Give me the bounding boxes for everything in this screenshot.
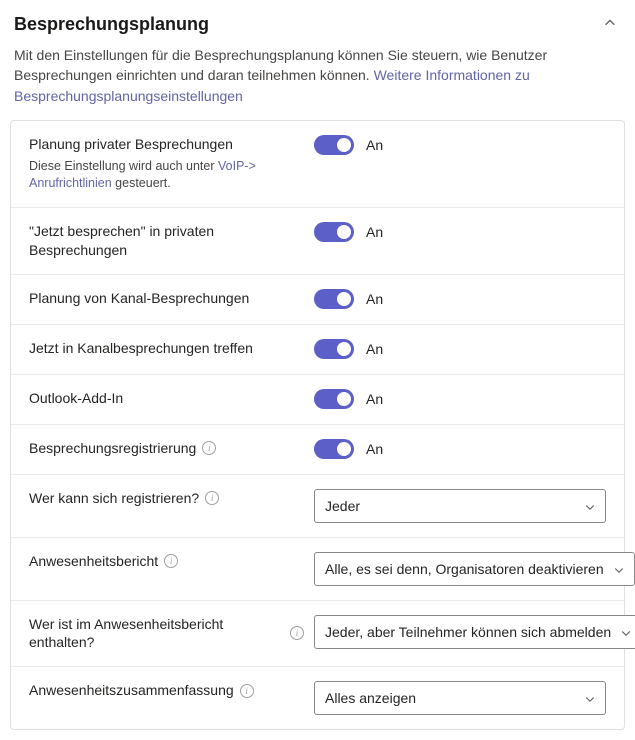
setting-label: Outlook-Add-In [29,389,304,408]
select-value: Jeder [325,498,360,514]
subtext-before: Diese Einstellung wird auch unter [29,159,218,173]
setting-label: Planung von Kanal-Besprechungen [29,289,304,308]
select-who-in-report[interactable]: Jeder, aber Teilnehmer können sich abmel… [314,615,635,649]
setting-label: Anwesenheitszusammenfassung i [29,681,304,700]
chevron-down-icon [584,692,596,704]
toggle-private-meeting-scheduling[interactable] [314,135,354,155]
setting-row-outlook-addin: Outlook-Add-In An [11,375,624,425]
setting-label: Anwesenheitsbericht i [29,552,304,571]
select-attendance-report[interactable]: Alle, es sei denn, Organisatoren deaktiv… [314,552,635,586]
select-who-can-register[interactable]: Jeder [314,489,606,523]
info-icon[interactable]: i [202,441,216,455]
toggle-channel-meeting-scheduling[interactable] [314,289,354,309]
setting-label-text: Wer kann sich registrieren? [29,489,199,508]
setting-row-attendance-summary: Anwesenheitszusammenfassung i Alles anze… [11,667,624,729]
toggle-meet-now-channel[interactable] [314,339,354,359]
setting-label-text: Anwesenheitszusammenfassung [29,681,234,700]
settings-card: Planung privater Besprechungen Diese Ein… [10,120,625,730]
setting-label-text: Anwesenheitsbericht [29,552,158,571]
toggle-state-label: An [366,291,383,307]
setting-label-text: Besprechungsregistrierung [29,439,196,458]
info-icon[interactable]: i [290,626,304,640]
setting-label: "Jetzt besprechen" in privaten Besprechu… [29,222,304,260]
chevron-down-icon [620,626,632,638]
setting-label: Wer ist im Anwesenheitsbericht enthalten… [29,615,304,653]
setting-row-attendance-report: Anwesenheitsbericht i Alle, es sei denn,… [11,538,624,601]
section-title: Besprechungsplanung [14,14,209,35]
select-value: Alle, es sei denn, Organisatoren deaktiv… [325,561,604,577]
section-description: Mit den Einstellungen für die Besprechun… [0,43,635,120]
select-value: Alles anzeigen [325,690,416,706]
chevron-down-icon [584,500,596,512]
toggle-state-label: An [366,391,383,407]
info-icon[interactable]: i [240,684,254,698]
info-icon[interactable]: i [205,491,219,505]
chevron-up-icon [603,16,617,33]
toggle-meet-now-private[interactable] [314,222,354,242]
section-header[interactable]: Besprechungsplanung [0,0,635,43]
setting-label-text: Wer ist im Anwesenheitsbericht enthalten… [29,615,284,653]
setting-label: Wer kann sich registrieren? i [29,489,304,508]
toggle-state-label: An [366,441,383,457]
select-value: Jeder, aber Teilnehmer können sich abmel… [325,624,611,640]
toggle-state-label: An [366,137,383,153]
setting-label: Jetzt in Kanalbesprechungen treffen [29,339,304,358]
toggle-state-label: An [366,341,383,357]
subtext-after: gesteuert. [112,176,171,190]
setting-subtext: Diese Einstellung wird auch unter VoIP->… [29,158,304,193]
chevron-down-icon [613,563,625,575]
setting-row-who-in-report: Wer ist im Anwesenheitsbericht enthalten… [11,601,624,668]
setting-row-meeting-registration: Besprechungsregistrierung i An [11,425,624,475]
setting-row-meet-now-private: "Jetzt besprechen" in privaten Besprechu… [11,208,624,275]
setting-row-meet-now-channel: Jetzt in Kanalbesprechungen treffen An [11,325,624,375]
setting-row-channel-meeting-scheduling: Planung von Kanal-Besprechungen An [11,275,624,325]
select-attendance-summary[interactable]: Alles anzeigen [314,681,606,715]
setting-label: Besprechungsregistrierung i [29,439,304,458]
setting-label: Planung privater Besprechungen [29,135,304,154]
toggle-meeting-registration[interactable] [314,439,354,459]
toggle-outlook-addin[interactable] [314,389,354,409]
setting-row-private-meeting-scheduling: Planung privater Besprechungen Diese Ein… [11,121,624,208]
info-icon[interactable]: i [164,554,178,568]
toggle-state-label: An [366,224,383,240]
setting-row-who-can-register: Wer kann sich registrieren? i Jeder [11,475,624,538]
